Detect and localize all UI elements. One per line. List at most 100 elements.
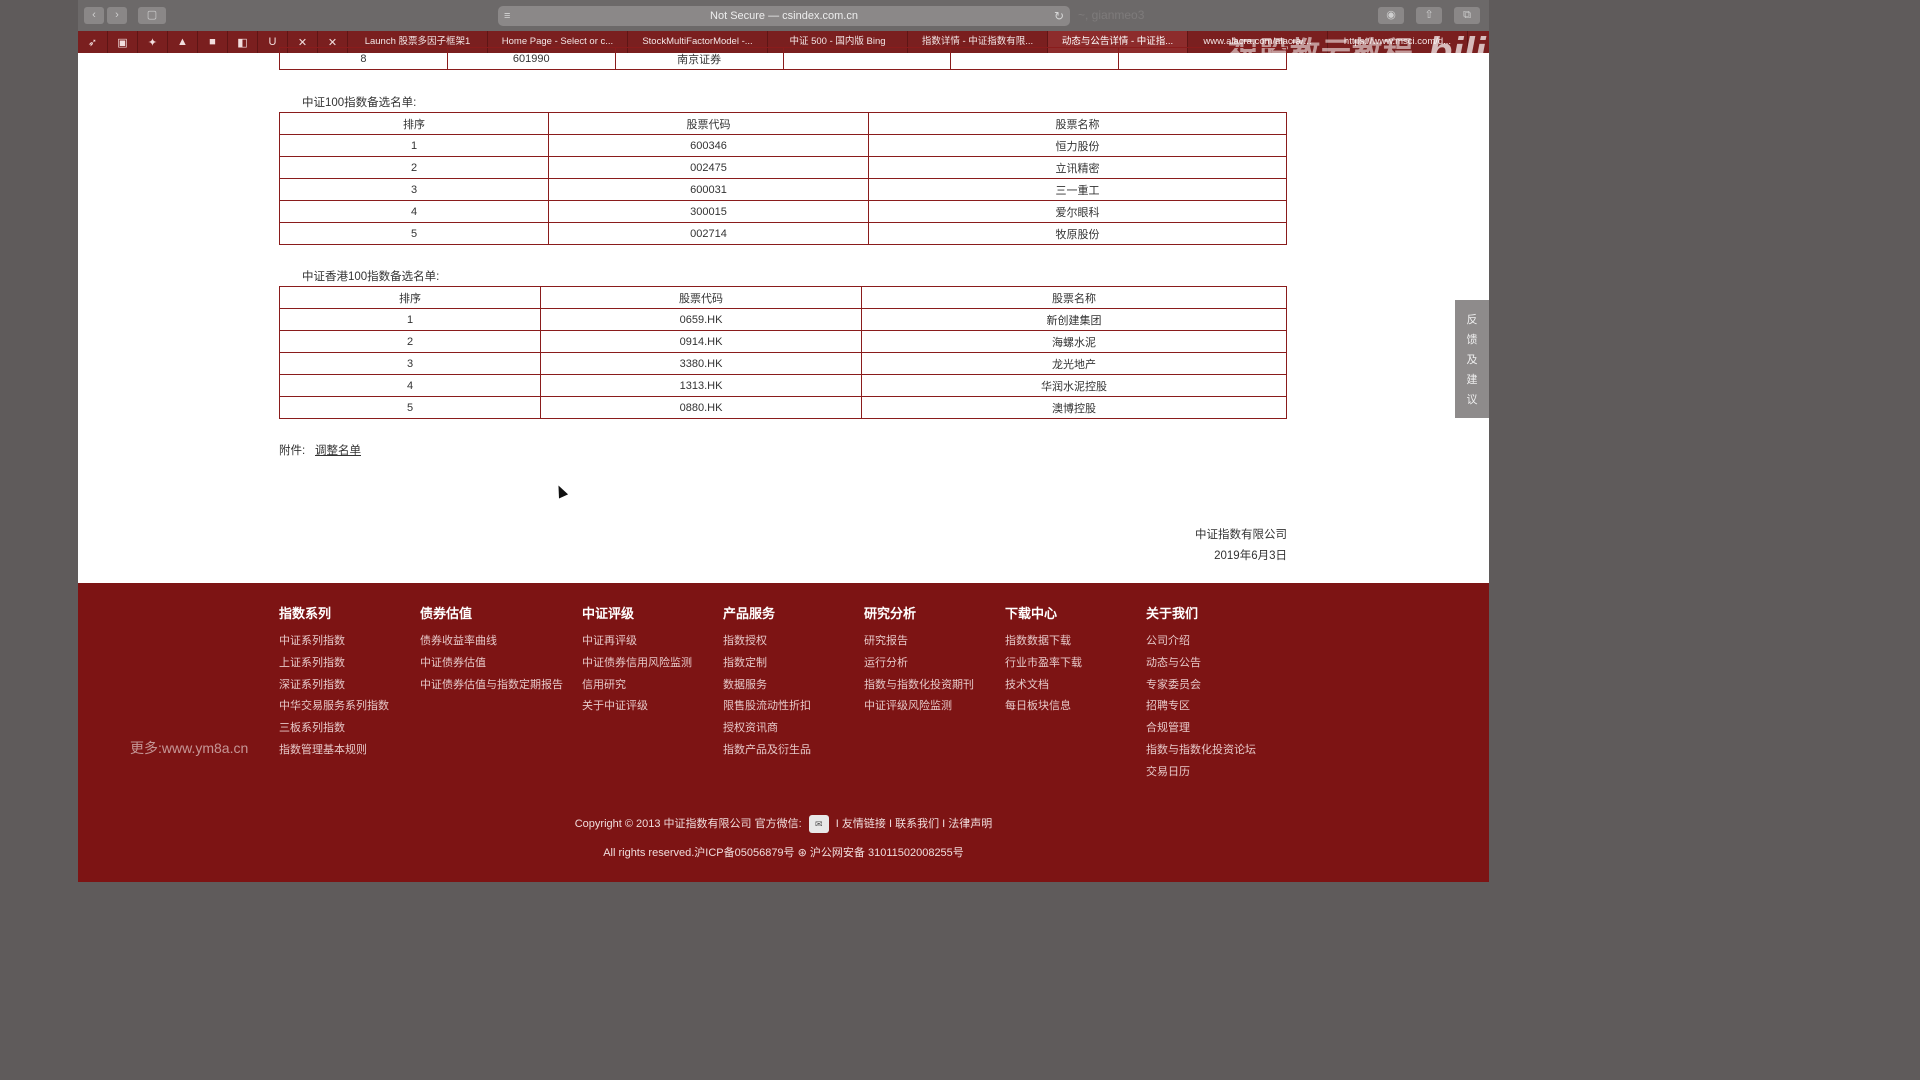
footer-col-downloads: 下载中心 指数数据下载 行业市盈率下载 技术文档 每日板块信息 (1005, 605, 1082, 718)
footer-link[interactable]: 限售股流动性折扣 (723, 696, 811, 718)
footer-link[interactable]: 指数与指数化投资期刊 (864, 675, 974, 697)
table-cell: 8 (279, 47, 448, 70)
footer-link[interactable]: 指数管理基本规则 (279, 740, 389, 762)
footer-link[interactable]: 中证债券信用风险监测 (582, 653, 692, 675)
footer-links[interactable]: I 友情链接 I 联系我们 I 法律声明 (836, 818, 992, 830)
footer-col-about: 关于我们 公司介绍 动态与公告 专家委员会 招聘专区 合规管理 指数与指数化投资… (1146, 605, 1256, 784)
table-cell: 601990 (446, 47, 616, 70)
footer-link[interactable]: 指数数据下载 (1005, 631, 1082, 653)
footer-link[interactable]: 专家委员会 (1146, 675, 1256, 697)
footer-link[interactable]: 指数与指数化投资论坛 (1146, 740, 1256, 762)
name-cell: 三一重工 (868, 178, 1287, 201)
footer-link[interactable]: 运行分析 (864, 653, 974, 675)
footer-col-index-series: 指数系列 中证系列指数 上证系列指数 深证系列指数 中华交易服务系列指数 三板系… (279, 605, 389, 762)
a-icon[interactable]: ▲ (168, 31, 198, 53)
table-row: 5 002714 牧原股份 (279, 222, 1287, 245)
table-row: 4 1313.HK 华润水泥控股 (279, 374, 1287, 397)
name-cell: 牧原股份 (868, 222, 1287, 245)
footer-col-rating: 中证评级 中证再评级 中证债券信用风险监测 信用研究 关于中证评级 (582, 605, 692, 718)
code-cell: 0659.HK (540, 308, 862, 331)
box-icon[interactable]: ■ (198, 31, 228, 53)
footer-link[interactable]: 行业市盈率下载 (1005, 653, 1082, 675)
code-cell: 300015 (548, 200, 869, 223)
copyright-line: Copyright © 2013 中证指数有限公司 官方微信: ✉ I 友情链接… (78, 815, 1489, 834)
mouse-cursor-icon (553, 483, 569, 499)
footer-link[interactable]: 中证债券估值与指数定期报告 (420, 675, 563, 697)
sidebar-toggle-icon[interactable]: ▢ (138, 7, 166, 24)
code-cell: 1313.HK (540, 374, 862, 397)
footer-link[interactable]: 合规管理 (1146, 718, 1256, 740)
attachment-link[interactable]: 调整名单 (315, 442, 361, 458)
footer-link[interactable]: 技术文档 (1005, 675, 1082, 697)
footer-link[interactable]: 指数产品及衍生品 (723, 740, 811, 762)
footer-link[interactable]: 上证系列指数 (279, 653, 389, 675)
reader-icon[interactable]: ≡ (504, 6, 510, 26)
footer-link[interactable]: 动态与公告 (1146, 653, 1256, 675)
footer-heading: 中证评级 (582, 606, 635, 621)
footer-link[interactable]: 交易日历 (1146, 762, 1256, 784)
page-content: 8 601990 南京证券 中证100指数备选名单: 排序 股票代码 股票名称 … (78, 47, 1489, 583)
copyright-text: Copyright © 2013 中证指数有限公司 官方微信: (574, 818, 802, 830)
icp-text: All rights reserved.沪ICP备05056879号 (603, 847, 795, 859)
forward-button[interactable]: › (107, 7, 127, 24)
tabs-overview-icon[interactable]: ⧉ (1454, 7, 1480, 24)
footer-link[interactable]: 信用研究 (582, 675, 692, 697)
share-icon[interactable]: ⇧ (1416, 7, 1442, 24)
icp-line: All rights reserved.沪ICP备05056879号 ⊛ 沪公网… (78, 844, 1489, 860)
footer-link[interactable]: 关于中证评级 (582, 696, 692, 718)
browser-toolbar: ‹ › ▢ ≡ Not Secure — csindex.com.cn ↻ ~,… (78, 0, 1489, 31)
footer-link[interactable]: 授权资讯商 (723, 718, 811, 740)
footer-link[interactable]: 数据服务 (723, 675, 811, 697)
footer-link[interactable]: 中证债券估值 (420, 653, 563, 675)
reload-icon[interactable]: ↻ (1054, 6, 1064, 26)
table-row: 3 600031 三一重工 (279, 178, 1287, 201)
name-cell: 新创建集团 (861, 308, 1287, 331)
table-cell (782, 47, 952, 70)
back-button[interactable]: ‹ (84, 7, 104, 24)
watermark-more-text: 更多:www.ym8a.cn (130, 740, 249, 756)
name-cell: 海螺水泥 (861, 330, 1287, 353)
site-footer: 指数系列 中证系列指数 上证系列指数 深证系列指数 中华交易服务系列指数 三板系… (78, 583, 1489, 882)
code-cell: 600031 (548, 178, 869, 201)
bilibili-icon[interactable]: ▣ (108, 31, 138, 53)
feedback-tab[interactable]: 反 馈 及 建 议 (1455, 300, 1489, 418)
rank-cell: 3 (279, 352, 541, 375)
footer-heading: 债券估值 (420, 606, 473, 621)
footer-heading: 研究分析 (864, 606, 917, 621)
address-bar[interactable]: ≡ Not Secure — csindex.com.cn ↻ (498, 6, 1070, 26)
rank-cell: 1 (279, 134, 549, 157)
code-cell: 3380.HK (540, 352, 862, 375)
footer-heading: 指数系列 (279, 606, 332, 621)
footer-link[interactable]: 招聘专区 (1146, 696, 1256, 718)
table-cell (1118, 47, 1287, 70)
vertex-icon[interactable]: ✦ (138, 31, 168, 53)
rank-cell: 4 (279, 200, 549, 223)
footer-link[interactable]: 指数定制 (723, 653, 811, 675)
ghost-text: ~, gianmeo3 (1078, 8, 1145, 22)
table-row: 4 300015 爱尔眼科 (279, 200, 1287, 223)
footer-link[interactable]: 三板系列指数 (279, 718, 389, 740)
footer-link[interactable]: 中证再评级 (582, 631, 692, 653)
footer-link[interactable]: 研究报告 (864, 631, 974, 653)
footer-link[interactable]: 中证系列指数 (279, 631, 389, 653)
wechat-qr-icon[interactable]: ✉ (808, 815, 829, 834)
footer-link[interactable]: 公司介绍 (1146, 631, 1256, 653)
footer-link[interactable]: 中华交易服务系列指数 (279, 696, 389, 718)
footer-link[interactable]: 深证系列指数 (279, 675, 389, 697)
footer-link[interactable]: 债券收益率曲线 (420, 631, 563, 653)
code-cell: 0880.HK (540, 396, 862, 419)
extension-icon[interactable]: ◉ (1378, 7, 1404, 24)
bookmark-icon[interactable]: ◧ (228, 31, 258, 53)
feedback-char: 建 (1466, 374, 1478, 386)
footer-col-products: 产品服务 指数授权 指数定制 数据服务 限售股流动性折扣 授权资讯商 指数产品及… (723, 605, 811, 762)
csihk100-caption: 中证香港100指数备选名单: (302, 271, 440, 283)
code-cell: 0914.HK (540, 330, 862, 353)
bird-icon[interactable]: ➶ (78, 31, 108, 53)
footer-link[interactable]: 中证评级风险监测 (864, 696, 974, 718)
footer-heading: 产品服务 (723, 606, 776, 621)
attachment-label: 附件: (279, 445, 306, 457)
rank-cell: 2 (279, 330, 541, 353)
footer-link[interactable]: 每日板块信息 (1005, 696, 1082, 718)
name-cell: 立讯精密 (868, 156, 1287, 179)
footer-link[interactable]: 指数授权 (723, 631, 811, 653)
